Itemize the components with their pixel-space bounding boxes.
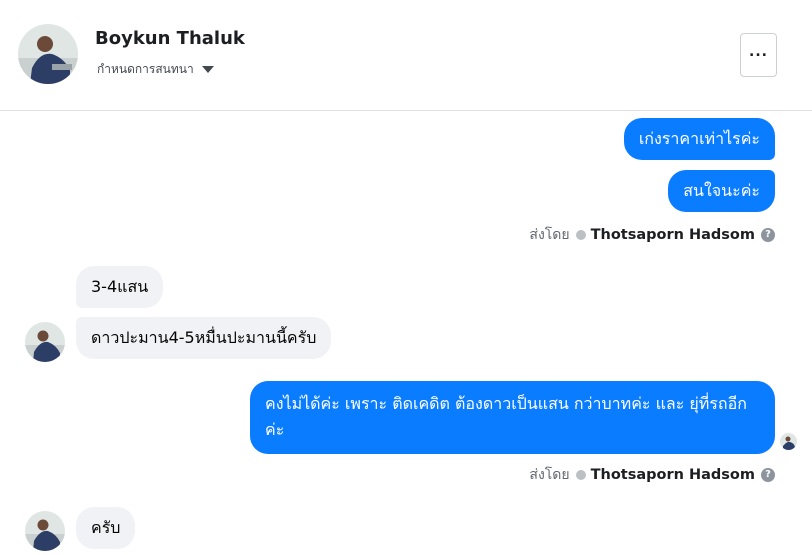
message-bubble-outgoing[interactable]: เก่งราคาเท่าไรค่ะ: [623, 118, 775, 160]
sender-name[interactable]: Thotsaporn Hadsom: [591, 227, 755, 243]
conversation-status-dropdown[interactable]: กำหนดการสนทนา: [97, 60, 214, 79]
conversation-status-label: กำหนดการสนทนา: [97, 62, 194, 76]
sent-status-icon: [575, 230, 586, 240]
sent-status-icon: [575, 470, 586, 480]
message-bubble-incoming[interactable]: ครับ: [76, 507, 136, 549]
contact-avatar[interactable]: [18, 24, 78, 84]
contact-avatar-small[interactable]: [25, 511, 65, 551]
message-bubble-outgoing[interactable]: คงไม่ได้ค่ะ เพราะ ติดเคดิต ต้องดาวเป็นแส…: [250, 381, 775, 454]
help-icon[interactable]: ?: [761, 468, 775, 482]
conversation-header: Boykun Thaluk กำหนดการสนทนา ...: [0, 0, 812, 111]
caret-down-icon: [201, 66, 214, 73]
seen-avatar-icon: [780, 433, 797, 450]
contact-avatar-small[interactable]: [25, 322, 65, 362]
sent-by-label: ส่งโดย: [529, 467, 570, 483]
message-bubble-outgoing[interactable]: สนใจนะค่ะ: [668, 170, 775, 212]
sent-by-row: ส่งโดย Thotsaporn Hadsom ?: [529, 464, 775, 486]
contact-name[interactable]: Boykun Thaluk: [95, 28, 245, 49]
sent-by-row: ส่งโดย Thotsaporn Hadsom ?: [529, 224, 775, 246]
help-icon[interactable]: ?: [761, 228, 775, 242]
message-bubble-incoming[interactable]: 3-4แสน: [76, 266, 164, 308]
sender-name[interactable]: Thotsaporn Hadsom: [591, 467, 755, 483]
sent-by-label: ส่งโดย: [529, 227, 570, 243]
message-bubble-incoming[interactable]: ดาวปะมาน4-5หมื่นปะมานนี้ครับ: [76, 317, 332, 359]
more-options-button[interactable]: ...: [740, 33, 777, 77]
more-dots-icon: ...: [749, 44, 768, 60]
